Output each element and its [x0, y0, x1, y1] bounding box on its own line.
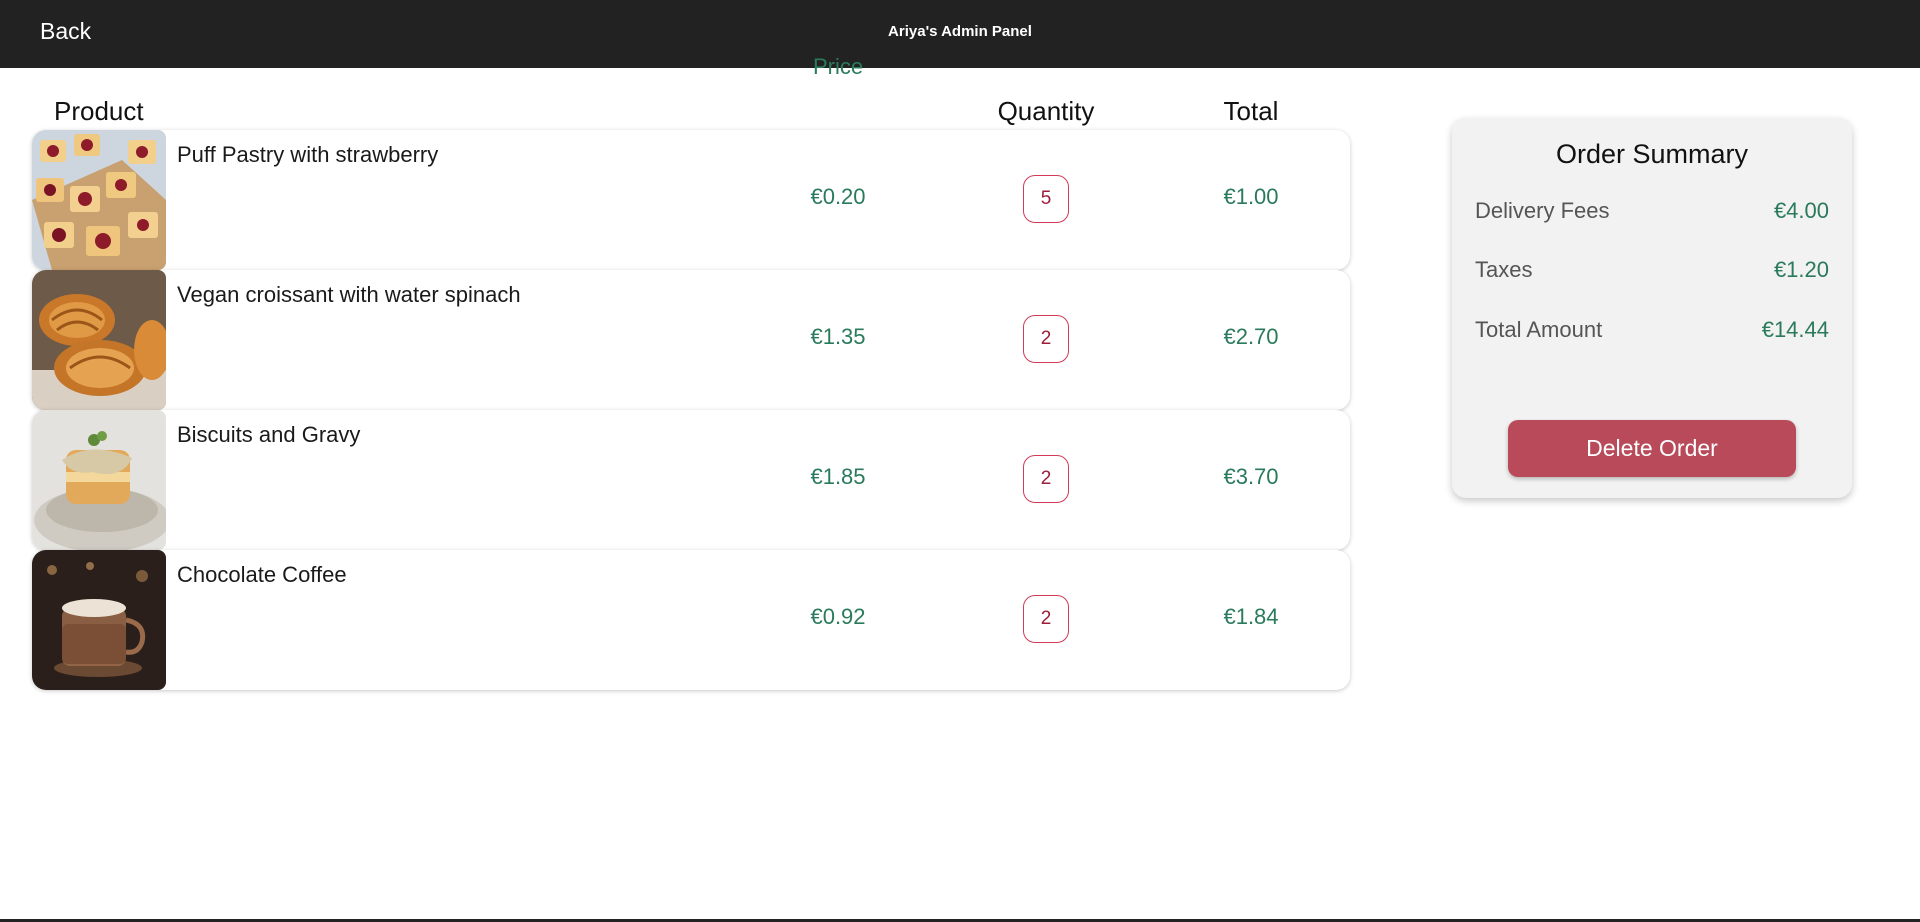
column-header-quantity: Quantity — [997, 96, 1095, 126]
product-image — [32, 130, 166, 270]
product-price: €0.20 — [810, 184, 866, 209]
order-item-row: Vegan croissant with water spinach €1.35… — [32, 270, 1350, 410]
product-name: Puff Pastry with strawberry — [177, 142, 439, 167]
column-header-total: Total — [1223, 96, 1279, 126]
order-items-list: Puff Pastry with strawberry €0.20 5 €1.0… — [32, 130, 1350, 690]
product-price: €1.35 — [810, 324, 866, 349]
product-image — [32, 410, 166, 550]
product-price: €1.85 — [810, 464, 866, 489]
product-name: Chocolate Coffee — [177, 562, 347, 587]
order-item-row: Chocolate Coffee €0.92 2 €1.84 — [32, 550, 1350, 690]
top-navbar: Back Ariya's Admin Panel — [0, 0, 1920, 68]
app-title: Ariya's Admin Panel — [888, 23, 1032, 40]
total-amount-label: Total Amount — [1475, 317, 1603, 342]
order-summary-card: Order Summary Delivery Fees €4.00 Taxes … — [1452, 118, 1852, 498]
product-total: €2.70 — [1223, 324, 1279, 349]
quantity-box[interactable]: 2 — [1023, 595, 1069, 643]
quantity-box[interactable]: 2 — [1023, 455, 1069, 503]
product-total: €1.84 — [1223, 604, 1279, 629]
column-header-price: Price — [812, 54, 864, 79]
order-item-row: Puff Pastry with strawberry €0.20 5 €1.0… — [32, 130, 1350, 270]
quantity-box[interactable]: 5 — [1023, 175, 1069, 223]
product-image — [32, 270, 166, 410]
quantity-box[interactable]: 2 — [1023, 315, 1069, 363]
product-total: €3.70 — [1223, 464, 1279, 489]
delete-order-button[interactable]: Delete Order — [1508, 420, 1796, 477]
product-price: €0.92 — [810, 604, 866, 629]
order-summary-title: Order Summary — [1555, 139, 1749, 169]
product-image — [32, 550, 166, 690]
product-name: Vegan croissant with water spinach — [177, 282, 521, 307]
product-total: €1.00 — [1223, 184, 1279, 209]
total-amount-value: €14.44 — [1761, 317, 1829, 342]
delivery-fees-label: Delivery Fees — [1475, 198, 1610, 223]
delivery-fees-value: €4.00 — [1773, 198, 1829, 223]
taxes-label: Taxes — [1475, 257, 1533, 282]
taxes-value: €1.20 — [1773, 257, 1829, 282]
order-item-row: Biscuits and Gravy €1.85 2 €3.70 — [32, 410, 1350, 550]
product-name: Biscuits and Gravy — [177, 422, 361, 447]
column-header-product: Product — [54, 96, 144, 126]
